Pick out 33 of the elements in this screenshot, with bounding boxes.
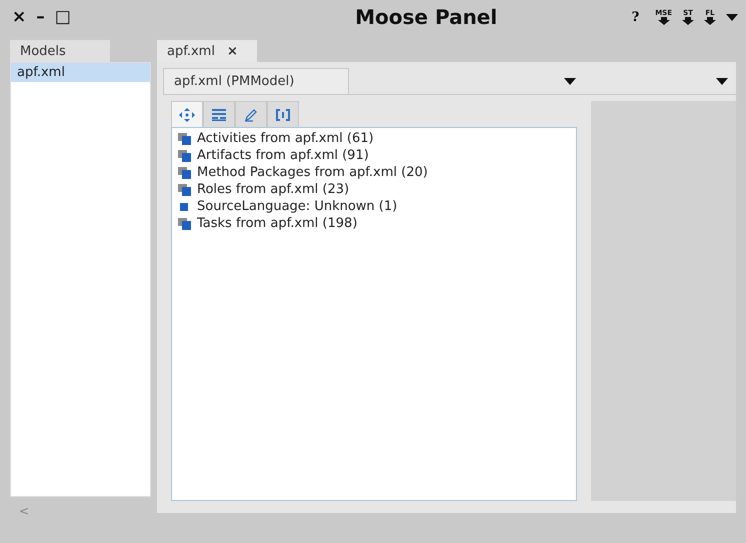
- window-control[interactable]: □: [54, 7, 71, 27]
- caret-icon: [564, 78, 576, 84]
- caret-icon: [716, 78, 728, 84]
- table-icon: [212, 108, 226, 120]
- square-icon: [178, 200, 191, 212]
- stacked-squares-icon: [178, 150, 191, 162]
- stacked-squares-icon: [178, 218, 191, 230]
- stacked-squares-icon: [178, 132, 191, 144]
- group-item[interactable]: Artifacts from apf.xml (91): [197, 148, 369, 163]
- model-item[interactable]: apf.xml: [11, 63, 150, 82]
- editor-tab[interactable]: apf.xml ×: [157, 40, 257, 62]
- group-item[interactable]: Tasks from apf.xml (198): [197, 216, 358, 231]
- brackets-icon: [276, 108, 290, 120]
- group-item[interactable]: Method Packages from apf.xml (20): [197, 165, 428, 180]
- models-tab[interactable]: Models: [10, 40, 110, 62]
- move-icon: [179, 108, 195, 122]
- pen-icon: [244, 108, 258, 122]
- help-button[interactable]: ?: [632, 10, 640, 24]
- window-control[interactable]: ×: [12, 7, 26, 27]
- stacked-squares-icon: [178, 166, 191, 178]
- close-icon[interactable]: ×: [226, 44, 238, 58]
- tool-button[interactable]: [235, 101, 267, 127]
- group-item[interactable]: Roles from apf.xml (23): [197, 182, 350, 197]
- stacked-squares-icon: [178, 184, 191, 196]
- tool-button[interactable]: [203, 101, 235, 127]
- window-control[interactable]: –: [36, 7, 45, 27]
- group-item[interactable]: SourceLanguage: Unknown (1): [197, 199, 398, 214]
- model-tab[interactable]: apf.xml (PMModel): [163, 68, 349, 94]
- window-title: Moose Panel: [354, 5, 498, 29]
- caret-icon: [726, 14, 738, 20]
- group-item[interactable]: Activities from apf.xml (61): [197, 131, 374, 146]
- tool-button[interactable]: [171, 101, 203, 127]
- tool-button[interactable]: [267, 101, 299, 127]
